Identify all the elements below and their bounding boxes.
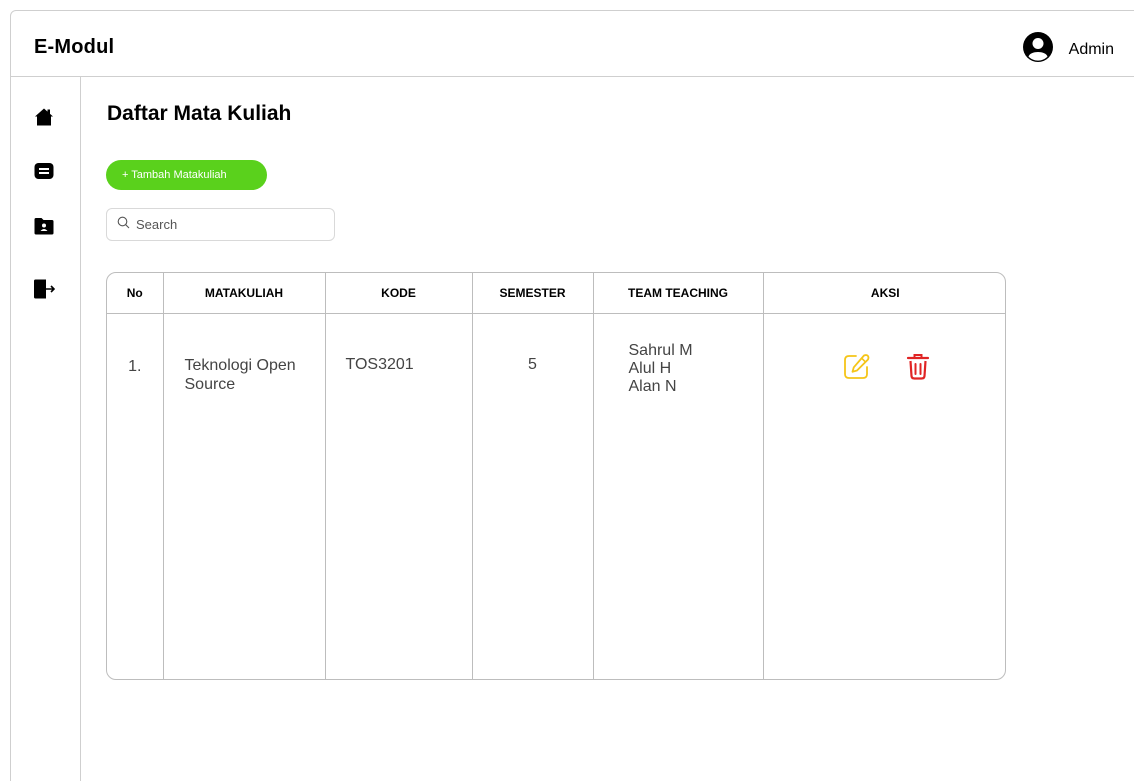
- delete-icon[interactable]: [903, 352, 933, 382]
- home-icon[interactable]: [32, 105, 56, 129]
- message-icon[interactable]: [32, 159, 56, 183]
- col-header-aksi: AKSI: [763, 273, 1005, 314]
- course-table: No MATAKULIAH KODE SEMESTER TEAM TEACHIN…: [106, 272, 1006, 680]
- add-matakuliah-button[interactable]: + Tambah Matakuliah: [106, 160, 267, 190]
- page-title: Daftar Mata Kuliah: [107, 102, 292, 125]
- table-header-row: No MATAKULIAH KODE SEMESTER TEAM TEACHIN…: [107, 273, 1005, 314]
- team-member: Alan N: [628, 377, 677, 395]
- table-row: 1. Teknologi Open Source TOS3201 5 Sahru…: [107, 313, 1005, 679]
- search-input[interactable]: [136, 217, 316, 232]
- app-title: E-Modul: [34, 36, 115, 58]
- col-header-semester: SEMESTER: [472, 273, 594, 314]
- folder-user-icon[interactable]: [32, 214, 56, 238]
- cell-no: 1.: [107, 313, 164, 679]
- cell-kode: TOS3201: [325, 313, 473, 679]
- col-header-kode: KODE: [325, 273, 473, 314]
- col-header-team-teaching: TEAM TEACHING: [593, 273, 764, 314]
- user-name: Admin: [1068, 40, 1114, 58]
- col-header-matakuliah: MATAKULIAH: [163, 273, 326, 314]
- team-member: Alul H: [628, 359, 672, 377]
- col-header-no: No: [107, 273, 164, 314]
- user-circle-icon: [1022, 32, 1053, 67]
- search-icon: [117, 216, 130, 234]
- sidebar: [10, 77, 81, 781]
- cell-matakuliah: Teknologi Open Source: [163, 313, 326, 679]
- cell-aksi: [763, 313, 1005, 679]
- top-bar: E-Modul Admin: [10, 10, 1134, 77]
- edit-icon[interactable]: [841, 352, 871, 382]
- user-menu[interactable]: Admin: [1022, 32, 1114, 67]
- logout-icon[interactable]: [32, 277, 56, 301]
- team-member: Sahrul M: [628, 341, 693, 359]
- search-box[interactable]: [106, 208, 335, 241]
- cell-team-teaching: Sahrul M Alul H Alan N: [593, 313, 764, 679]
- cell-semester: 5: [472, 313, 594, 679]
